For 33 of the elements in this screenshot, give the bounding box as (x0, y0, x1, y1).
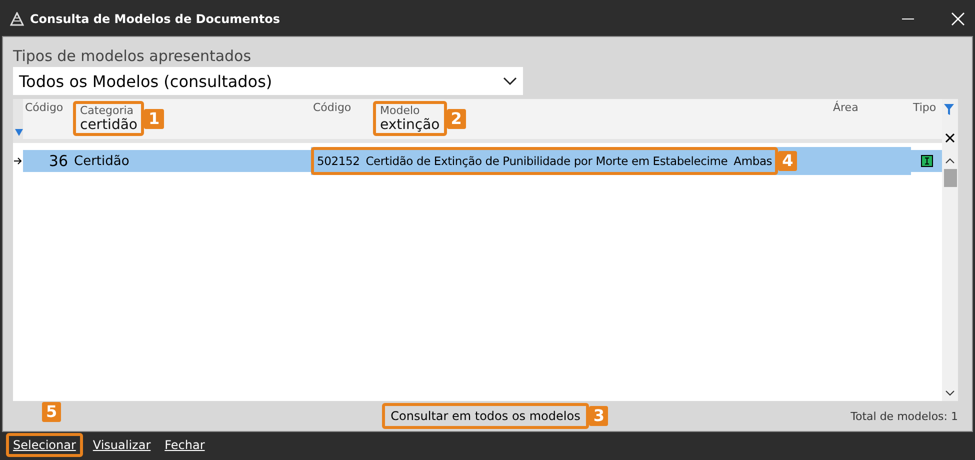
scroll-down-icon[interactable] (945, 389, 955, 397)
filter-icon[interactable] (15, 129, 23, 137)
app-logo-icon (10, 12, 24, 26)
types-dropdown[interactable]: Todos os Modelos (consultados) (13, 67, 523, 95)
field-label: Tipos de modelos apresentados (13, 46, 252, 67)
footer-button[interactable]: Visualizar (88, 436, 155, 454)
filter-settings-icon[interactable] (944, 103, 956, 117)
callout-badge: 1 (144, 108, 164, 128)
window-title: Consulta de Modelos de Documentos (30, 12, 281, 26)
column-header[interactable]: Tipo (913, 101, 940, 114)
column-header[interactable]: Código (25, 101, 69, 114)
column-header[interactable]: Código (313, 101, 369, 114)
filter-field[interactable]: extinção (380, 117, 440, 133)
row-pointer-icon (13, 157, 23, 165)
footer-button[interactable]: Selecionar (9, 436, 80, 454)
column-header[interactable]: Modelo (380, 104, 440, 117)
callout-badge: 4 (778, 151, 798, 171)
column-header[interactable]: Categoria (80, 104, 138, 117)
callout-badge: 5 (42, 402, 62, 422)
table-cell: Certidão (71, 150, 311, 172)
callout-badge: 3 (589, 406, 608, 426)
filter-field[interactable]: certidão (80, 117, 138, 133)
table-cell: 36 (23, 150, 71, 172)
clear-filter-icon[interactable] (945, 133, 955, 143)
total-count: Total de modelos: 1 (850, 410, 958, 422)
footer-button[interactable]: Fechar (160, 436, 209, 454)
chevron-down-icon (503, 77, 517, 85)
scrollbar-thumb[interactable] (944, 169, 956, 187)
type-icon (920, 155, 932, 167)
scroll-up-icon[interactable] (945, 157, 955, 165)
column-header[interactable]: Área (833, 101, 909, 114)
callout-badge: 2 (446, 108, 466, 128)
close-icon[interactable] (951, 12, 965, 26)
